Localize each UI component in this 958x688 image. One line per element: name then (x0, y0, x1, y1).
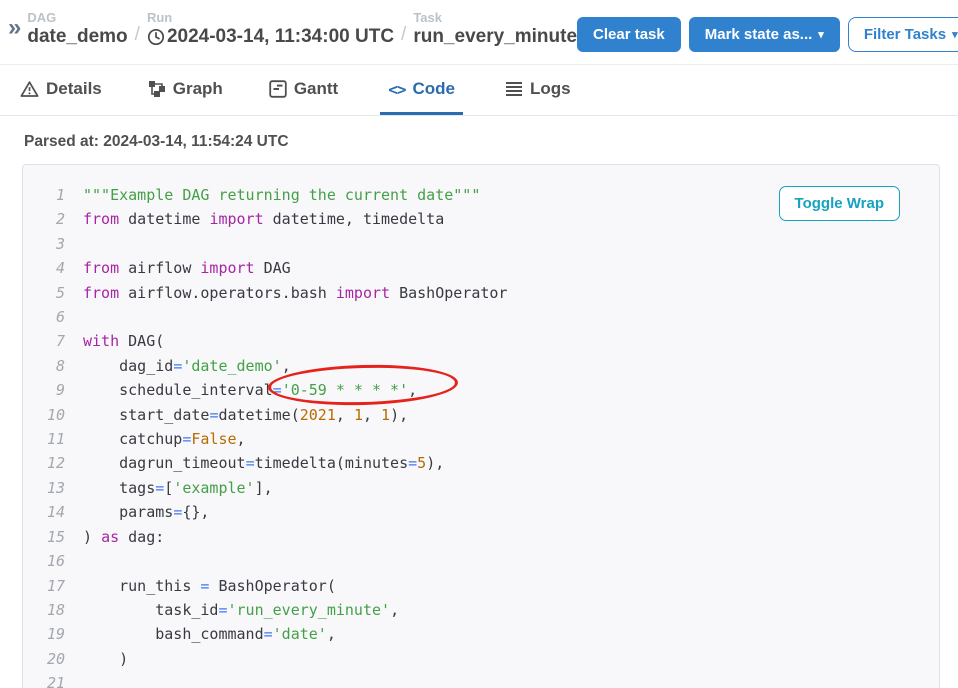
code-line: 3 (23, 232, 939, 256)
tab-code[interactable]: <> Code (380, 67, 463, 115)
task-value[interactable]: run_every_minute (413, 26, 577, 48)
breadcrumb: DAG date_demo / Run 2024-03-14, 11:34:00… (27, 10, 577, 48)
line-number: 20 (23, 647, 65, 671)
warning-triangle-icon (20, 80, 39, 98)
line-number: 14 (23, 500, 65, 524)
line-number: 13 (23, 476, 65, 500)
line-number: 3 (23, 232, 65, 256)
line-number: 18 (23, 598, 65, 622)
breadcrumb-separator: / (394, 24, 413, 48)
code-line: 17 run_this = BashOperator( (23, 574, 939, 598)
breadcrumb-separator: / (128, 24, 147, 48)
header: » DAG date_demo / Run 2024-03-14, 11:34:… (0, 0, 958, 64)
filter-tasks-button[interactable]: Filter Tasks▾ (848, 17, 958, 52)
code-line: 6 (23, 305, 939, 329)
code-lines: 1"""Example DAG returning the current da… (23, 183, 939, 688)
line-number: 12 (23, 451, 65, 475)
header-divider (0, 64, 958, 65)
line-number: 11 (23, 427, 65, 451)
line-number: 9 (23, 378, 65, 402)
breadcrumb-task: Task run_every_minute (413, 10, 577, 48)
dag-code-panel: Toggle Wrap 1"""Example DAG returning th… (22, 164, 940, 688)
dag-value[interactable]: date_demo (27, 26, 127, 48)
code-line: 14 params={}, (23, 500, 939, 524)
tab-gantt[interactable]: Gantt (265, 67, 342, 115)
line-number: 10 (23, 403, 65, 427)
caret-down-icon: ▾ (818, 29, 824, 41)
tab-graph[interactable]: Graph (144, 67, 227, 115)
code-line: 19 bash_command='date', (23, 622, 939, 646)
logs-icon (505, 81, 523, 97)
code-line: 8 dag_id='date_demo', (23, 354, 939, 378)
line-number: 6 (23, 305, 65, 329)
breadcrumb-run: Run 2024-03-14, 11:34:00 UTC (147, 10, 394, 48)
run-label: Run (147, 10, 394, 25)
code-line: 11 catchup=False, (23, 427, 939, 451)
parsed-at-text: Parsed at: 2024-03-14, 11:54:24 UTC (24, 133, 958, 151)
mark-state-as-button[interactable]: Mark state as...▾ (689, 17, 840, 52)
caret-down-icon: ▾ (952, 29, 958, 41)
code-line: 13 tags=['example'], (23, 476, 939, 500)
code-line: 5from airflow.operators.bash import Bash… (23, 281, 939, 305)
dag-label: DAG (27, 10, 127, 25)
toggle-wrap-button[interactable]: Toggle Wrap (779, 186, 900, 221)
tab-bar: Details Graph Gantt <> Code Logs (0, 67, 958, 116)
code-line: 10 start_date=datetime(2021, 1, 1), (23, 403, 939, 427)
code-line: 15) as dag: (23, 525, 939, 549)
line-number: 17 (23, 574, 65, 598)
code-line: 18 task_id='run_every_minute', (23, 598, 939, 622)
line-number: 4 (23, 256, 65, 280)
line-number: 2 (23, 207, 65, 231)
toolbar: Clear task Mark state as...▾ Filter Task… (577, 10, 958, 52)
line-number: 16 (23, 549, 65, 573)
line-number: 5 (23, 281, 65, 305)
run-value[interactable]: 2024-03-14, 11:34:00 UTC (147, 26, 394, 48)
tab-logs[interactable]: Logs (501, 67, 575, 115)
tab-details[interactable]: Details (16, 67, 106, 115)
gantt-icon (269, 80, 287, 98)
line-number: 7 (23, 329, 65, 353)
code-line: 20 ) (23, 647, 939, 671)
clear-task-button[interactable]: Clear task (577, 17, 681, 52)
code-line: 21 (23, 671, 939, 688)
line-number: 8 (23, 354, 65, 378)
line-number: 19 (23, 622, 65, 646)
code-line: 9 schedule_interval='0-59 * * * *', (23, 378, 939, 402)
code-line: 4from airflow import DAG (23, 256, 939, 280)
code-line: 7with DAG( (23, 329, 939, 353)
code-icon: <> (388, 80, 405, 99)
code-line: 12 dagrun_timeout=timedelta(minutes=5), (23, 451, 939, 475)
task-label: Task (413, 10, 577, 25)
double-chevron-right-icon[interactable]: » (8, 16, 21, 40)
line-number: 21 (23, 671, 65, 688)
line-number: 1 (23, 183, 65, 207)
breadcrumb-dag: DAG date_demo (27, 10, 127, 48)
line-number: 15 (23, 525, 65, 549)
graph-icon (148, 80, 166, 98)
clock-icon (147, 28, 165, 46)
code-line: 16 (23, 549, 939, 573)
